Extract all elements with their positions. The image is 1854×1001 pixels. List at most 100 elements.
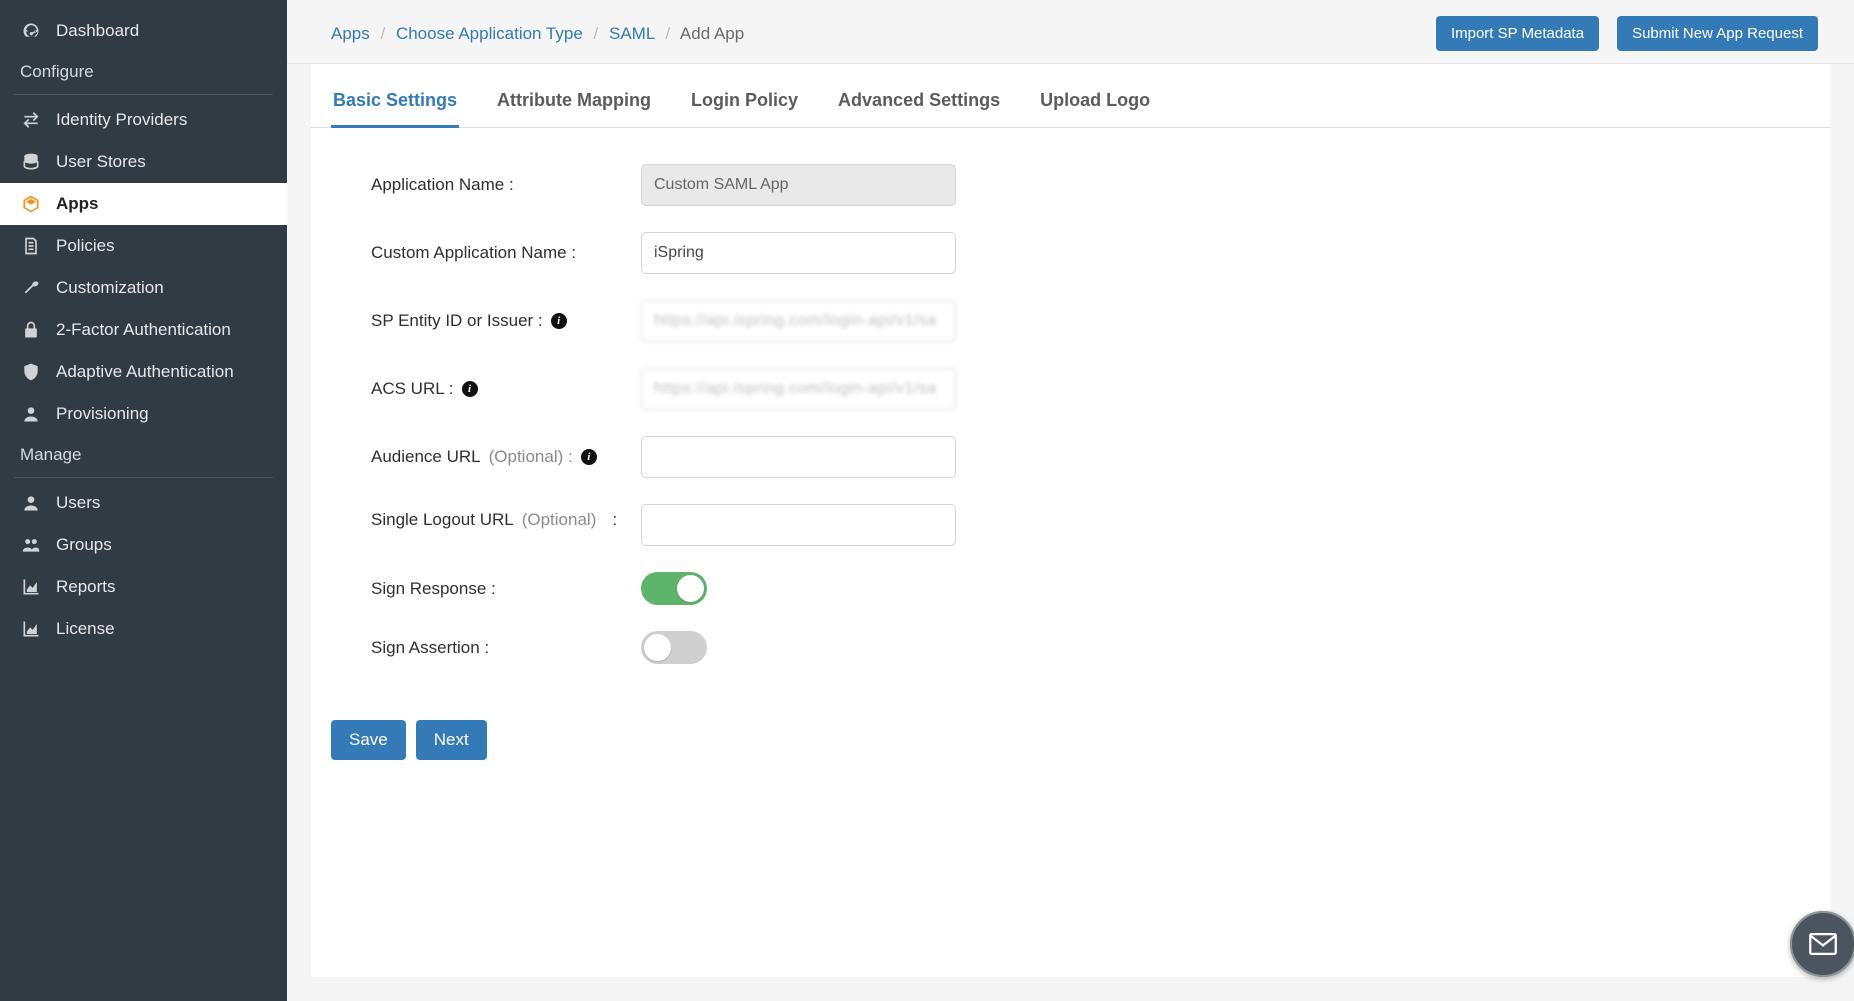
acs-url-input[interactable] — [641, 368, 956, 410]
sidebar-item-reports[interactable]: Reports — [0, 566, 287, 608]
single-logout-url-input[interactable] — [641, 504, 956, 546]
sidebar-item-dashboard[interactable]: Dashboard — [0, 10, 287, 52]
row-custom-name: Custom Application Name : — [371, 232, 1271, 274]
row-sign-assertion: Sign Assertion : — [371, 631, 1271, 664]
label-app-name: Application Name : — [371, 175, 641, 195]
contact-fab[interactable] — [1790, 911, 1854, 977]
sidebar-item-identity-providers[interactable]: Identity Providers — [0, 99, 287, 141]
sign-assertion-toggle[interactable] — [641, 631, 707, 664]
custom-app-name-input[interactable] — [641, 232, 956, 274]
toggle-knob — [644, 634, 671, 661]
label-acs-url: ACS URL : i — [371, 379, 641, 399]
wrench-icon — [20, 278, 42, 298]
label-sign-response: Sign Response : — [371, 579, 641, 599]
shield-icon — [20, 362, 42, 382]
tab-basic-settings[interactable]: Basic Settings — [331, 84, 459, 128]
info-icon[interactable]: i — [551, 313, 567, 329]
breadcrumb-sep: / — [588, 24, 605, 43]
database-icon — [20, 152, 42, 172]
sidebar-item-label: Identity Providers — [56, 110, 187, 130]
swap-icon — [20, 110, 42, 130]
sidebar-item-label: Users — [56, 493, 100, 513]
breadcrumb: Apps / Choose Application Type / SAML / … — [331, 24, 744, 44]
audience-url-input[interactable] — [641, 436, 956, 478]
sidebar-item-label: Customization — [56, 278, 164, 298]
row-audience-url: Audience URL (Optional) : i — [371, 436, 1271, 478]
label-custom-name: Custom Application Name : — [371, 243, 641, 263]
sp-entity-id-input[interactable] — [641, 300, 956, 342]
label-audience-text: Audience URL — [371, 447, 481, 467]
sign-response-toggle[interactable] — [641, 572, 707, 605]
cube-icon — [20, 194, 42, 214]
label-audience-url: Audience URL (Optional) : i — [371, 447, 641, 467]
import-sp-metadata-button[interactable]: Import SP Metadata — [1436, 16, 1599, 51]
chart-icon — [20, 619, 42, 639]
user-icon — [20, 493, 42, 513]
sidebar-item-customization[interactable]: Customization — [0, 267, 287, 309]
breadcrumb-current: Add App — [680, 24, 744, 43]
dashboard-icon — [20, 21, 42, 41]
users-icon — [20, 535, 42, 555]
next-button[interactable]: Next — [416, 720, 487, 760]
tabs: Basic Settings Attribute Mapping Login P… — [311, 64, 1830, 128]
sidebar-item-label: User Stores — [56, 152, 146, 172]
sidebar-section-configure: Configure — [0, 52, 287, 90]
row-app-name: Application Name : — [371, 164, 1271, 206]
breadcrumb-saml[interactable]: SAML — [609, 24, 655, 43]
row-slo-url: Single Logout URL (Optional) : — [371, 504, 1271, 546]
sidebar-item-provisioning[interactable]: Provisioning — [0, 393, 287, 435]
sidebar-item-label: Dashboard — [56, 21, 139, 41]
sidebar-item-policies[interactable]: Policies — [0, 225, 287, 267]
toggle-knob — [677, 575, 704, 602]
row-sign-response: Sign Response : — [371, 572, 1271, 605]
sidebar-item-label: License — [56, 619, 115, 639]
label-audience-optional: (Optional) : — [489, 447, 573, 467]
basic-settings-form: Application Name : Custom Application Na… — [311, 128, 1311, 714]
breadcrumb-sep: / — [659, 24, 676, 43]
sidebar-item-license[interactable]: License — [0, 608, 287, 650]
panel: Basic Settings Attribute Mapping Login P… — [311, 64, 1830, 977]
sidebar-item-groups[interactable]: Groups — [0, 524, 287, 566]
divider — [14, 94, 273, 95]
row-acs-url: ACS URL : i — [371, 368, 1271, 410]
document-icon — [20, 236, 42, 256]
sidebar-item-user-stores[interactable]: User Stores — [0, 141, 287, 183]
topbar: Apps / Choose Application Type / SAML / … — [287, 0, 1854, 64]
chart-icon — [20, 577, 42, 597]
label-slo-optional: (Optional) — [522, 504, 597, 536]
sidebar-item-2fa[interactable]: 2-Factor Authentication — [0, 309, 287, 351]
breadcrumb-choose-type[interactable]: Choose Application Type — [396, 24, 583, 43]
label-slo-text: Single Logout URL — [371, 504, 514, 536]
tab-upload-logo[interactable]: Upload Logo — [1038, 84, 1152, 127]
sidebar-item-adaptive-auth[interactable]: Adaptive Authentication — [0, 351, 287, 393]
label-sp-entity-text: SP Entity ID or Issuer : — [371, 311, 543, 331]
tab-login-policy[interactable]: Login Policy — [689, 84, 800, 127]
sidebar-section-manage: Manage — [0, 435, 287, 473]
sidebar-item-label: 2-Factor Authentication — [56, 320, 231, 340]
label-slo-colon: : — [612, 504, 617, 536]
sidebar-item-label: Policies — [56, 236, 115, 256]
sidebar-item-apps[interactable]: Apps — [0, 183, 287, 225]
sidebar-item-users[interactable]: Users — [0, 482, 287, 524]
sidebar-item-label: Reports — [56, 577, 116, 597]
app-name-input — [641, 164, 956, 206]
label-slo-url: Single Logout URL (Optional) : — [371, 504, 641, 536]
top-actions: Import SP Metadata Submit New App Reques… — [1436, 16, 1818, 51]
info-icon[interactable]: i — [462, 381, 478, 397]
mail-icon — [1806, 927, 1840, 961]
sidebar-item-label: Provisioning — [56, 404, 149, 424]
tab-attribute-mapping[interactable]: Attribute Mapping — [495, 84, 653, 127]
footer-actions: Save Next — [311, 714, 1830, 784]
tab-advanced-settings[interactable]: Advanced Settings — [836, 84, 1002, 127]
breadcrumb-sep: / — [374, 24, 391, 43]
sidebar: Dashboard Configure Identity Providers U… — [0, 0, 287, 1001]
lock-icon — [20, 320, 42, 340]
sidebar-item-label: Adaptive Authentication — [56, 362, 234, 382]
sidebar-item-label: Apps — [56, 194, 99, 214]
label-sp-entity: SP Entity ID or Issuer : i — [371, 311, 641, 331]
save-button[interactable]: Save — [331, 720, 406, 760]
info-icon[interactable]: i — [581, 449, 597, 465]
submit-new-app-request-button[interactable]: Submit New App Request — [1617, 16, 1818, 51]
breadcrumb-apps[interactable]: Apps — [331, 24, 370, 43]
sidebar-item-label: Groups — [56, 535, 112, 555]
